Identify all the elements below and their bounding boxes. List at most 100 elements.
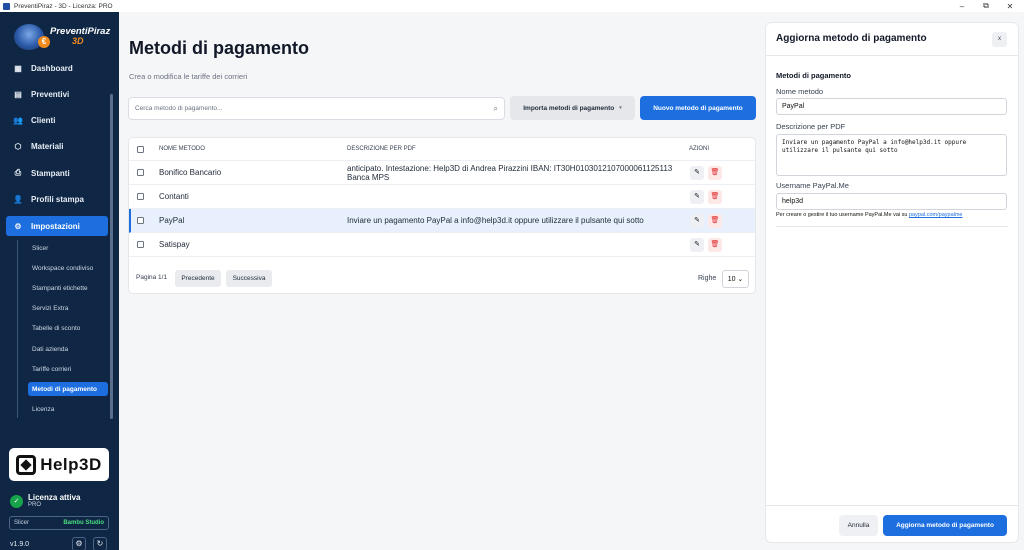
page-indicator: Pagina 1/1 xyxy=(136,274,168,281)
import-methods-button[interactable]: Importa metodi di pagamento ▾ xyxy=(510,96,635,120)
cancel-button[interactable]: Annulla xyxy=(839,515,878,536)
sidebar: € PreventiPiraz 3D ▦ Dashboard ▤ Prevent… xyxy=(0,12,119,550)
edit-pencil-icon[interactable]: ✎ xyxy=(690,189,704,204)
sub-stampanti-etichette[interactable]: Stampanti etichette xyxy=(28,281,108,295)
nav-label: Materiali xyxy=(31,141,64,151)
rows-per-page-select[interactable]: 10 ⌄ xyxy=(722,270,749,288)
divider xyxy=(776,226,1008,227)
cube-icon: ⬡ xyxy=(14,141,22,151)
paypal-help-text: Per creare o gestire il tuo username Pay… xyxy=(776,212,963,218)
sidebar-scrollbar[interactable] xyxy=(110,94,113,419)
license-status: ✓ Licenza attiva PRO xyxy=(10,493,80,509)
chevron-down-icon: ▾ xyxy=(619,105,622,111)
sub-licenza[interactable]: Licenza xyxy=(28,402,108,416)
edit-panel: Aggiorna metodo di pagamento x Metodi di… xyxy=(765,22,1019,543)
section-title: Metodi di pagamento xyxy=(776,71,851,80)
select-all-checkbox[interactable] xyxy=(137,145,144,153)
gear-icon: ⚙ xyxy=(75,539,83,548)
header-actions: AZIONI xyxy=(689,146,710,152)
sub-tariffe-corrieri[interactable]: Tariffe corrieri xyxy=(28,362,108,376)
method-name-input[interactable]: PayPal xyxy=(776,98,1007,115)
window-titlebar: PreventiPiraz - 3D - Licenza: PRO – ⧉ ✕ xyxy=(0,0,1024,12)
sub-dati-azienda[interactable]: Dati azienda xyxy=(28,342,108,356)
document-icon: ▤ xyxy=(14,89,22,99)
row-name: Satispay xyxy=(159,240,190,249)
table-row-selected[interactable]: PayPal Inviare un pagamento PayPal a inf… xyxy=(129,209,755,233)
update-method-button[interactable]: Aggiorna metodo di pagamento xyxy=(883,515,1007,536)
sync-button[interactable]: ↻ xyxy=(93,537,107,550)
close-panel-button[interactable]: x xyxy=(992,32,1007,47)
new-method-button[interactable]: Nuovo metodo di pagamento xyxy=(640,96,756,120)
license-plan: PRO xyxy=(28,502,42,508)
table-row[interactable]: Satispay ✎ 🗑 xyxy=(129,233,755,257)
submenu-rail xyxy=(17,240,18,418)
settings-gear-button[interactable]: ⚙ xyxy=(72,537,86,550)
app-version: v1.9.0 xyxy=(10,541,30,548)
nav-dashboard[interactable]: ▦ Dashboard xyxy=(6,58,108,78)
printer-icon: ⎙ xyxy=(14,168,22,177)
nav-label: Stampanti xyxy=(31,168,70,178)
row-checkbox[interactable] xyxy=(137,169,144,176)
header-name: NOME METODO xyxy=(159,146,205,152)
close-window-button[interactable]: ✕ xyxy=(996,0,1024,12)
paypalme-link[interactable]: paypal.com/paypalme xyxy=(909,212,963,218)
next-page-button[interactable]: Successiva xyxy=(226,270,272,287)
nav-label: Clienti xyxy=(31,115,56,125)
panel-header: Aggiorna metodo di pagamento x xyxy=(766,23,1018,56)
pagination: Pagina 1/1 Precedente Successiva Righe 1… xyxy=(129,269,755,289)
desc-label: Descrizione per PDF xyxy=(776,122,846,131)
search-input[interactable] xyxy=(135,105,494,112)
nav-clienti[interactable]: 👥 Clienti xyxy=(6,110,108,130)
edit-pencil-icon[interactable]: ✎ xyxy=(690,237,704,252)
paypal-username-input[interactable]: help3d xyxy=(776,193,1007,210)
dashboard-icon: ▦ xyxy=(14,63,22,73)
row-checkbox[interactable] xyxy=(137,217,144,224)
page-subtitle: Crea o modifica le tariffe dei corrieri xyxy=(129,72,248,81)
edit-pencil-icon[interactable]: ✎ xyxy=(690,213,704,228)
delete-trash-icon[interactable]: 🗑 xyxy=(708,213,722,228)
sub-servizi-extra[interactable]: Servizi Extra xyxy=(28,301,108,315)
panel-footer: Annulla Aggiorna metodo di pagamento xyxy=(766,505,1018,543)
euro-icon: € xyxy=(38,36,50,48)
nav-profili-stampa[interactable]: 👤 Profili stampa xyxy=(6,189,108,209)
edit-pencil-icon[interactable]: ✎ xyxy=(690,165,704,180)
row-name: PayPal xyxy=(159,216,185,225)
nav-label: Preventivi xyxy=(31,89,70,99)
help-text: Per creare o gestire il tuo username Pay… xyxy=(776,212,909,218)
delete-trash-icon[interactable]: 🗑 xyxy=(708,165,722,180)
row-checkbox[interactable] xyxy=(137,193,144,200)
app-icon xyxy=(3,2,10,10)
users-icon: 👥 xyxy=(13,115,23,125)
help3d-logo[interactable]: Help3D xyxy=(9,448,109,481)
description-textarea[interactable]: Inviare un pagamento PayPal a info@help3… xyxy=(776,134,1007,176)
username-label: Username PayPal.Me xyxy=(776,181,849,190)
nav-preventivi[interactable]: ▤ Preventivi xyxy=(6,84,108,104)
nav-materiali[interactable]: ⬡ Materiali xyxy=(6,136,108,156)
slicer-indicator: Slicer Bambu Studio xyxy=(9,516,109,530)
panel-title: Aggiorna metodo di pagamento xyxy=(776,33,927,44)
delete-trash-icon[interactable]: 🗑 xyxy=(708,189,722,204)
prev-page-button[interactable]: Precedente xyxy=(175,270,221,287)
shield-check-icon: ✓ xyxy=(10,494,23,508)
payment-methods-table: NOME METODO DESCRIZIONE PER PDF AZIONI B… xyxy=(128,137,756,294)
name-label: Nome metodo xyxy=(776,87,824,96)
row-name: Bonifico Bancario xyxy=(159,168,222,177)
row-name: Contanti xyxy=(159,192,189,201)
sub-workspace[interactable]: Workspace condiviso xyxy=(28,261,108,275)
table-row[interactable]: Contanti ✎ 🗑 xyxy=(129,185,755,209)
nav-impostazioni[interactable]: ⚙ Impostazioni xyxy=(6,216,108,236)
sub-metodi-pagamento[interactable]: Metodi di pagamento xyxy=(28,382,108,396)
search-icon[interactable]: ⌕ xyxy=(494,104,498,114)
sub-tabelle-sconto[interactable]: Tabelle di sconto xyxy=(28,321,108,335)
page-title: Metodi di pagamento xyxy=(129,38,309,58)
user-icon: 👤 xyxy=(13,194,23,204)
nav-label: Impostazioni xyxy=(31,221,80,231)
delete-trash-icon[interactable]: 🗑 xyxy=(708,237,722,252)
import-label: Importa metodi di pagamento xyxy=(523,104,615,112)
window-title: PreventiPiraz - 3D - Licenza: PRO xyxy=(14,2,113,10)
sub-slicer[interactable]: Slicer xyxy=(28,241,108,255)
nav-stampanti[interactable]: ⎙ Stampanti xyxy=(6,163,108,183)
license-title: Licenza attiva xyxy=(28,493,81,502)
table-row[interactable]: Bonifico Bancario anticipato. Intestazio… xyxy=(129,161,755,185)
row-checkbox[interactable] xyxy=(137,241,144,248)
